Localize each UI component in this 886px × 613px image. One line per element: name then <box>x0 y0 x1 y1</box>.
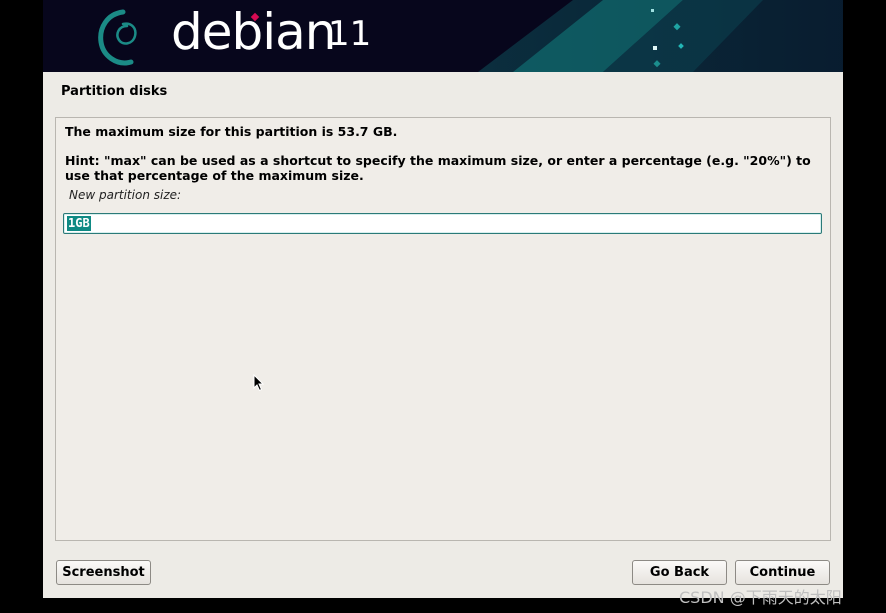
debian-version: 11 <box>328 14 372 54</box>
debian-swirl-icon <box>98 9 137 66</box>
mouse-pointer-icon <box>253 374 265 392</box>
page-title: Partition disks <box>61 84 168 99</box>
max-size-message: The maximum size for this partition is 5… <box>65 124 398 139</box>
partition-size-value: 1GB <box>67 216 91 231</box>
partition-size-label: New partition size: <box>69 188 182 202</box>
content-panel: The maximum size for this partition is 5… <box>55 117 831 541</box>
debian-banner: debian 11 <box>43 0 843 72</box>
go-back-button[interactable]: Go Back <box>632 560 727 585</box>
installer-window: Partition disks The maximum size for thi… <box>43 72 843 598</box>
continue-button[interactable]: Continue <box>735 560 830 585</box>
installer-screen: debian 11 Partition disks The maximum si… <box>0 0 886 613</box>
banner-decoration <box>478 0 843 72</box>
debian-dot-icon <box>250 12 260 22</box>
watermark-text: CSDN @下雨天的太阳 <box>679 588 842 607</box>
hint-message: Hint: "max" can be used as a shortcut to… <box>65 153 811 183</box>
screenshot-button[interactable]: Screenshot <box>56 560 151 585</box>
partition-size-input[interactable]: 1GB <box>63 213 822 234</box>
